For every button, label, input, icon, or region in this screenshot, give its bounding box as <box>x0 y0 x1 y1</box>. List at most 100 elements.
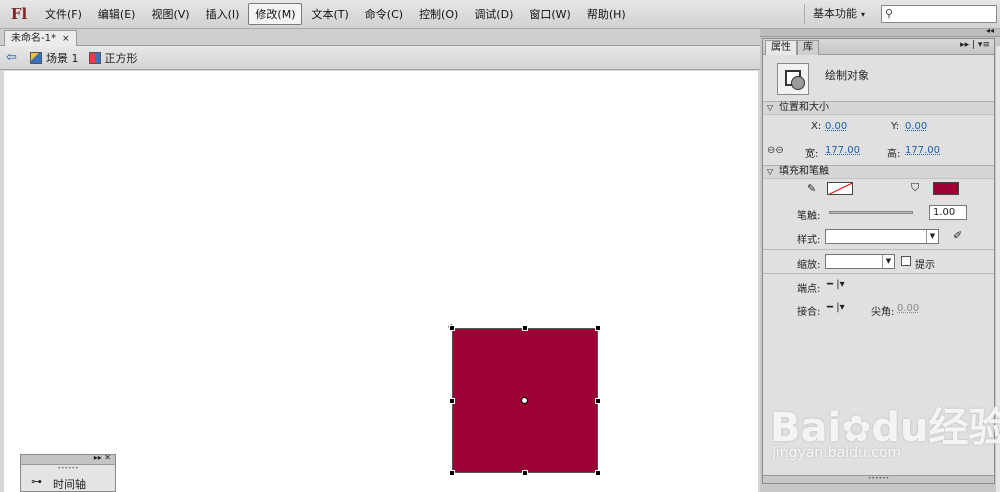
document-tab-label: 未命名-1* <box>11 33 56 44</box>
eyedropper-icon[interactable]: ✐ <box>953 229 962 242</box>
section-fill-stroke[interactable]: 填充和笔触 <box>763 165 994 179</box>
stroke-color-swatch[interactable] <box>827 182 853 195</box>
menu-modify[interactable]: 修改(M) <box>248 3 303 25</box>
row-scale: 缩放: ▼ 提示 <box>763 249 994 273</box>
stroke-label: 笔触: <box>797 211 821 222</box>
document-tab[interactable]: 未命名-1* × <box>4 30 77 46</box>
chevron-down-icon: ▾ <box>861 10 866 19</box>
document-tab-bar: 未命名-1* × <box>0 29 760 46</box>
height-value[interactable]: 177.00 <box>905 145 940 156</box>
menu-edit[interactable]: 编辑(E) <box>91 3 143 25</box>
panel-grip[interactable]: •••••• <box>21 465 115 473</box>
scale-select[interactable]: ▼ <box>825 254 895 269</box>
panel-resize-grip[interactable]: •••••• <box>763 475 994 483</box>
x-value[interactable]: 0.00 <box>825 121 847 132</box>
height-label: 高: <box>887 149 901 160</box>
join-dropdown[interactable]: ━ |▾ <box>827 302 845 313</box>
row-wh: ⊖⊖ 宽: 177.00 高: 177.00 <box>763 139 994 165</box>
row-xy: X: 0.00 Y: 0.00 <box>763 115 994 139</box>
chevron-down-icon: ▼ <box>882 255 894 268</box>
dock-scrollbar[interactable] <box>996 46 1000 492</box>
section-title: 位置和大小 <box>779 102 829 113</box>
menu-control[interactable]: 控制(O) <box>412 3 465 25</box>
menu-commands[interactable]: 命令(C) <box>358 3 410 25</box>
collapse-icon[interactable]: ◂◂ <box>986 26 994 35</box>
menu-view[interactable]: 视图(V) <box>144 3 196 25</box>
join-label: 接合: <box>797 307 821 318</box>
width-label: 宽: <box>805 149 819 160</box>
row-join: 接合: ━ |▾ 尖角: 0.00 <box>763 297 994 321</box>
y-label: Y: <box>891 121 900 132</box>
transform-handle[interactable] <box>522 470 528 476</box>
breadcrumb-scene[interactable]: 场景 1 <box>46 50 79 66</box>
hint-label: 提示 <box>915 260 935 271</box>
chevron-down-icon: ▼ <box>926 230 938 243</box>
menu-debug[interactable]: 调试(D) <box>467 3 520 25</box>
drawing-object-icon <box>777 63 809 95</box>
stroke-width-input[interactable]: 1.00 <box>929 205 967 220</box>
timeline-button[interactable]: ⊶ 时间轴 <box>21 473 115 491</box>
menu-insert[interactable]: 插入(I) <box>199 3 247 25</box>
section-position-size[interactable]: 位置和大小 <box>763 101 994 115</box>
hint-checkbox[interactable] <box>901 256 911 266</box>
transform-handle[interactable] <box>449 470 455 476</box>
style-label: 样式: <box>797 235 821 246</box>
pencil-icon: ✎ <box>807 182 817 195</box>
transform-handle[interactable] <box>449 398 455 404</box>
close-icon[interactable]: × <box>62 34 70 44</box>
menu-window[interactable]: 窗口(W) <box>522 3 577 25</box>
properties-panel: 属性 库 ▸▸ | ▾≡ 绘制对象 位置和大小 X: 0.00 Y: 0.00 … <box>762 38 995 484</box>
object-type: 绘制对象 <box>825 69 869 82</box>
row-style: 样式: ▼ ✐ <box>763 225 994 249</box>
y-value[interactable]: 0.00 <box>905 121 927 132</box>
scale-label: 缩放: <box>797 260 821 271</box>
row-stroke: 笔触: 1.00 <box>763 201 994 225</box>
transform-center-point[interactable] <box>521 397 528 404</box>
link-icon[interactable]: ⊖⊖ <box>767 145 784 156</box>
cap-label: 端点: <box>797 284 821 295</box>
x-label: X: <box>811 121 822 132</box>
fill-color-swatch[interactable] <box>933 182 959 195</box>
tab-library[interactable]: 库 <box>797 40 819 55</box>
dock-header: ◂◂ <box>760 26 1000 37</box>
paint-bucket-icon: ⛉ <box>911 181 920 194</box>
app-logo: Fl <box>10 5 28 23</box>
timeline-icon: ⊶ <box>31 475 42 488</box>
transform-handle[interactable] <box>595 470 601 476</box>
object-header: 绘制对象 <box>763 55 994 101</box>
timeline-panel: ▸▸ ✕ •••••• ⊶ 时间轴 <box>20 453 116 492</box>
width-value[interactable]: 177.00 <box>825 145 860 156</box>
stroke-slider[interactable] <box>829 211 913 214</box>
search-input[interactable] <box>898 7 994 21</box>
properties-tab-bar: 属性 库 ▸▸ | ▾≡ <box>763 39 994 55</box>
miter-label: 尖角: <box>871 307 895 318</box>
panel-controls-icon[interactable]: ▸▸ ✕ <box>94 453 111 462</box>
miter-value: 0.00 <box>897 303 920 314</box>
menu-help[interactable]: 帮助(H) <box>580 3 633 25</box>
menu-file[interactable]: 文件(F) <box>38 3 89 25</box>
breadcrumb-symbol[interactable]: 正方形 <box>105 50 138 66</box>
search-icon: ⚲ <box>885 7 894 20</box>
edit-bar: ⇦ 场景 1 正方形 <box>0 46 760 70</box>
stage-canvas[interactable]: + <box>4 71 758 492</box>
timeline-label: 时间轴 <box>53 478 86 491</box>
row-colors: ✎ ⛉ <box>763 179 994 201</box>
menu-text[interactable]: 文本(T) <box>304 3 355 25</box>
style-select[interactable]: ▼ <box>825 229 939 244</box>
back-arrow-icon[interactable]: ⇦ <box>6 50 22 66</box>
row-cap: 端点: ━ |▾ <box>763 273 994 297</box>
timeline-panel-header: ▸▸ ✕ <box>21 453 115 465</box>
transform-handle[interactable] <box>595 325 601 331</box>
transform-handle[interactable] <box>522 325 528 331</box>
scene-icon <box>30 51 42 64</box>
cap-dropdown[interactable]: ━ |▾ <box>827 279 845 290</box>
transform-handle[interactable] <box>449 325 455 331</box>
workspace-switcher[interactable]: 基本功能 ▾ <box>804 4 874 24</box>
symbol-icon <box>88 51 101 64</box>
section-title: 填充和笔触 <box>779 166 829 177</box>
help-search: ⚲ <box>881 5 997 23</box>
transform-handle[interactable] <box>595 398 601 404</box>
tab-properties[interactable]: 属性 <box>765 40 797 55</box>
workspace-label: 基本功能 <box>813 7 857 20</box>
panel-menu-icon[interactable]: ▸▸ | ▾≡ <box>960 40 990 50</box>
